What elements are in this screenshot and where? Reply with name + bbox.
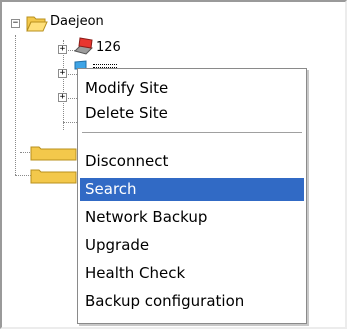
menu-separator	[82, 132, 302, 134]
folder-open-icon	[26, 16, 48, 32]
folder-icon	[30, 169, 77, 184]
expand-toggle[interactable]: +	[58, 93, 67, 102]
tree-node-label-126[interactable]: 126	[96, 40, 121, 56]
tree-root-line	[15, 35, 16, 175]
tree-node-label-root[interactable]: Daejeon	[50, 14, 104, 30]
computer-alert-icon	[74, 37, 93, 55]
expand-toggle[interactable]: +	[58, 69, 67, 78]
menu-item-network-backup[interactable]: Network Backup	[80, 206, 304, 229]
expand-toggle-126[interactable]: +	[58, 45, 67, 54]
menu-item-delete-site[interactable]: Delete Site	[80, 102, 304, 125]
menu-item-search[interactable]: Search	[80, 178, 304, 201]
menu-item-upgrade[interactable]: Upgrade	[80, 234, 304, 257]
folder-icon	[30, 146, 77, 161]
tree-branch-line	[63, 122, 77, 123]
menu-item-health-check[interactable]: Health Check	[80, 262, 304, 285]
menu-item-disconnect[interactable]: Disconnect	[80, 150, 304, 173]
menu-item-modify-site[interactable]: Modify Site	[80, 77, 304, 100]
context-menu: Modify Site Delete Site Disconnect Searc…	[77, 68, 307, 324]
collapse-toggle-root[interactable]: −	[11, 19, 20, 28]
menu-item-backup-configuration[interactable]: Backup configuration	[80, 290, 304, 313]
